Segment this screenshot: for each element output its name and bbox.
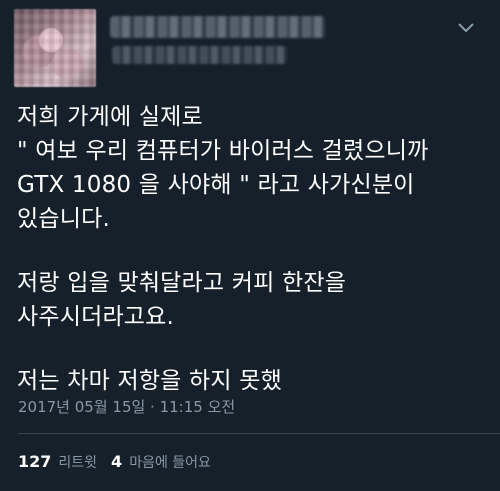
retweets-stat[interactable]: 127 리트윗: [18, 452, 97, 472]
avatar[interactable]: [14, 9, 96, 87]
display-name-redacted[interactable]: [110, 16, 325, 38]
tweet-text: 저희 가게에 실제로 " 여보 우리 컴퓨터가 바이러스 걸렸으니까 GTX 1…: [17, 100, 487, 398]
likes-stat[interactable]: 4 마음에 들어요: [111, 452, 211, 472]
tweet-line: 저는 차마 저항을 하지 못했: [17, 368, 283, 394]
tweet-line: GTX 1080 을 사야해 " 라고 사가신분이: [17, 172, 415, 198]
tweet-line: 사주시더라고요.: [17, 304, 175, 330]
chevron-down-icon: [458, 23, 474, 32]
tweet-line: " 여보 우리 컴퓨터가 바이러스 걸렸으니까: [17, 138, 429, 164]
likes-count: 4: [111, 452, 123, 471]
likes-label: 마음에 들어요: [129, 455, 211, 471]
tweet-line: 있습니다.: [17, 206, 110, 232]
tweet-timestamp[interactable]: 2017년 05월 15일 · 11:15 오전: [18, 396, 235, 417]
retweets-count: 127: [18, 452, 52, 471]
tweet-menu-button[interactable]: [454, 18, 478, 38]
retweets-label: 리트윗: [58, 455, 98, 471]
tweet-stats: 127 리트윗 4 마음에 들어요: [18, 452, 225, 472]
tweet-line: 저랑 입을 맞춰달라고 커피 한잔을: [17, 270, 347, 296]
divider: [18, 433, 500, 434]
tweet-line: 저희 가게에 실제로: [17, 104, 203, 130]
username-redacted[interactable]: [112, 46, 287, 64]
